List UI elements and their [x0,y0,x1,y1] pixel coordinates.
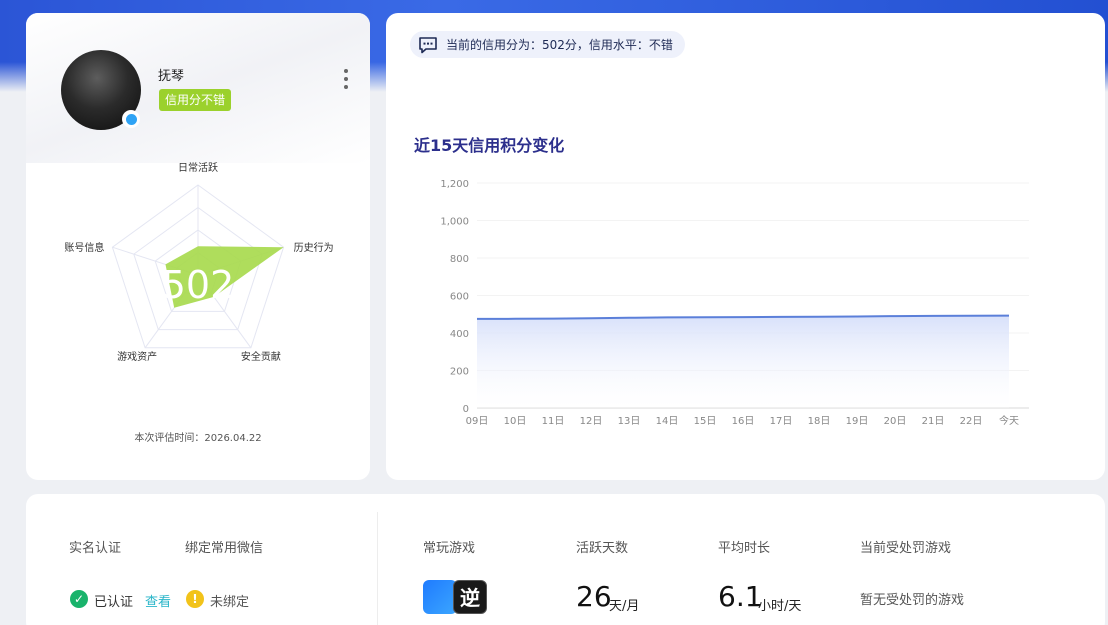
penalty-label: 当前受处罚游戏 [860,541,952,556]
x-tick-label: 16日 [732,416,755,427]
game-icon-ni[interactable]: 逆 [453,580,487,614]
credit-tag: 信用分不错 [159,89,232,111]
y-tick-label: 0 [463,404,469,415]
qq-badge-icon [122,110,140,128]
y-tick-label: 200 [450,367,469,378]
username: 抚琴 [158,69,185,84]
x-tick-label: 10日 [504,416,527,427]
x-tick-label: 20日 [884,416,907,427]
penalty-value: 暂无受处罚的游戏 [860,593,965,608]
x-tick-label: 21日 [922,416,945,427]
y-tick-label: 1,000 [440,217,469,228]
credit-notice: 当前的信用分为：502分，信用水平：不错 [410,31,685,58]
y-tick-label: 800 [450,254,469,265]
avg-duration-unit: 小时/天 [758,599,802,614]
active-days-label: 活跃天数 [576,541,629,556]
more-options-icon[interactable] [342,69,350,89]
avg-duration-label: 平均时长 [718,541,771,556]
credit-line-chart: 0 200 400 600 800 1,000 1,200 09日 10日 11日 12日 13日 1… [440,179,1029,427]
radar-label-history: 历史行为 [294,241,334,254]
credit-trend-card: 当前的信用分为：502分，信用水平：不错 近15天信用积分变化 0 200 400 6… [386,13,1105,480]
x-tick-label: 09日 [466,416,489,427]
radar-label-security: 安全贡献 [241,350,281,363]
y-tick-label: 600 [450,292,469,303]
x-tick-label: 今天 [999,414,1019,427]
y-tick-label: 400 [450,329,469,340]
y-axis-ticks: 0 200 400 600 800 1,000 1,200 [440,179,469,415]
profile-card: 抚琴 信用分不错 502 日常活跃 历史行为 安全贡献 游戏资产 账号信息 本次… [26,13,370,480]
radar-label-account-info: 账号信息 [64,241,104,254]
x-tick-label: 15日 [694,416,717,427]
x-tick-label: 11日 [542,416,565,427]
y-tick-label: 1,200 [440,179,469,190]
credit-notice-text: 当前的信用分为：502分，信用水平：不错 [446,38,673,52]
credit-area [477,315,1009,408]
realname-label: 实名认证 [69,541,122,556]
wechat-status: 未绑定 [210,595,250,610]
x-axis-ticks: 09日 10日 11日 12日 13日 14日 15日 16日 17日 18日 19日 20日 21日 2… [466,414,1019,427]
x-tick-label: 19日 [846,416,869,427]
games-label: 常玩游戏 [423,541,476,556]
realname-status: 已认证 [94,595,134,610]
x-tick-label: 18日 [808,416,831,427]
x-tick-label: 17日 [770,416,793,427]
wechat-label: 绑定常用微信 [185,541,264,556]
warning-icon: ! [186,590,204,608]
radar-label-daily-active: 日常活跃 [178,161,218,174]
check-circle-icon: ✓ [70,590,88,608]
radar-score: 502 [162,263,235,307]
radar-chart: 502 日常活跃 历史行为 安全贡献 游戏资产 账号信息 [64,161,334,363]
view-link[interactable]: 查看 [145,591,171,610]
x-tick-label: 22日 [960,416,983,427]
chart-title: 近15天信用积分变化 [414,136,565,155]
x-tick-label: 13日 [618,416,641,427]
avg-duration-value: 6.1 [718,580,763,613]
evaluation-time: 本次评估时间：2026.04.22 [134,433,262,444]
radar-label-game-assets: 游戏资产 [117,350,157,363]
stats-card: 实名认证 绑定常用微信 ✓ 已认证 查看 ! 未绑定 常玩游戏 逆 活跃天数 2… [26,494,1105,625]
divider [377,512,378,625]
x-tick-label: 12日 [580,416,603,427]
active-days-value: 26 [576,580,612,613]
game-icon-blue[interactable] [423,580,457,614]
x-tick-label: 14日 [656,416,679,427]
active-days-unit: 天/月 [609,599,640,614]
chat-bubble-icon [419,36,437,53]
